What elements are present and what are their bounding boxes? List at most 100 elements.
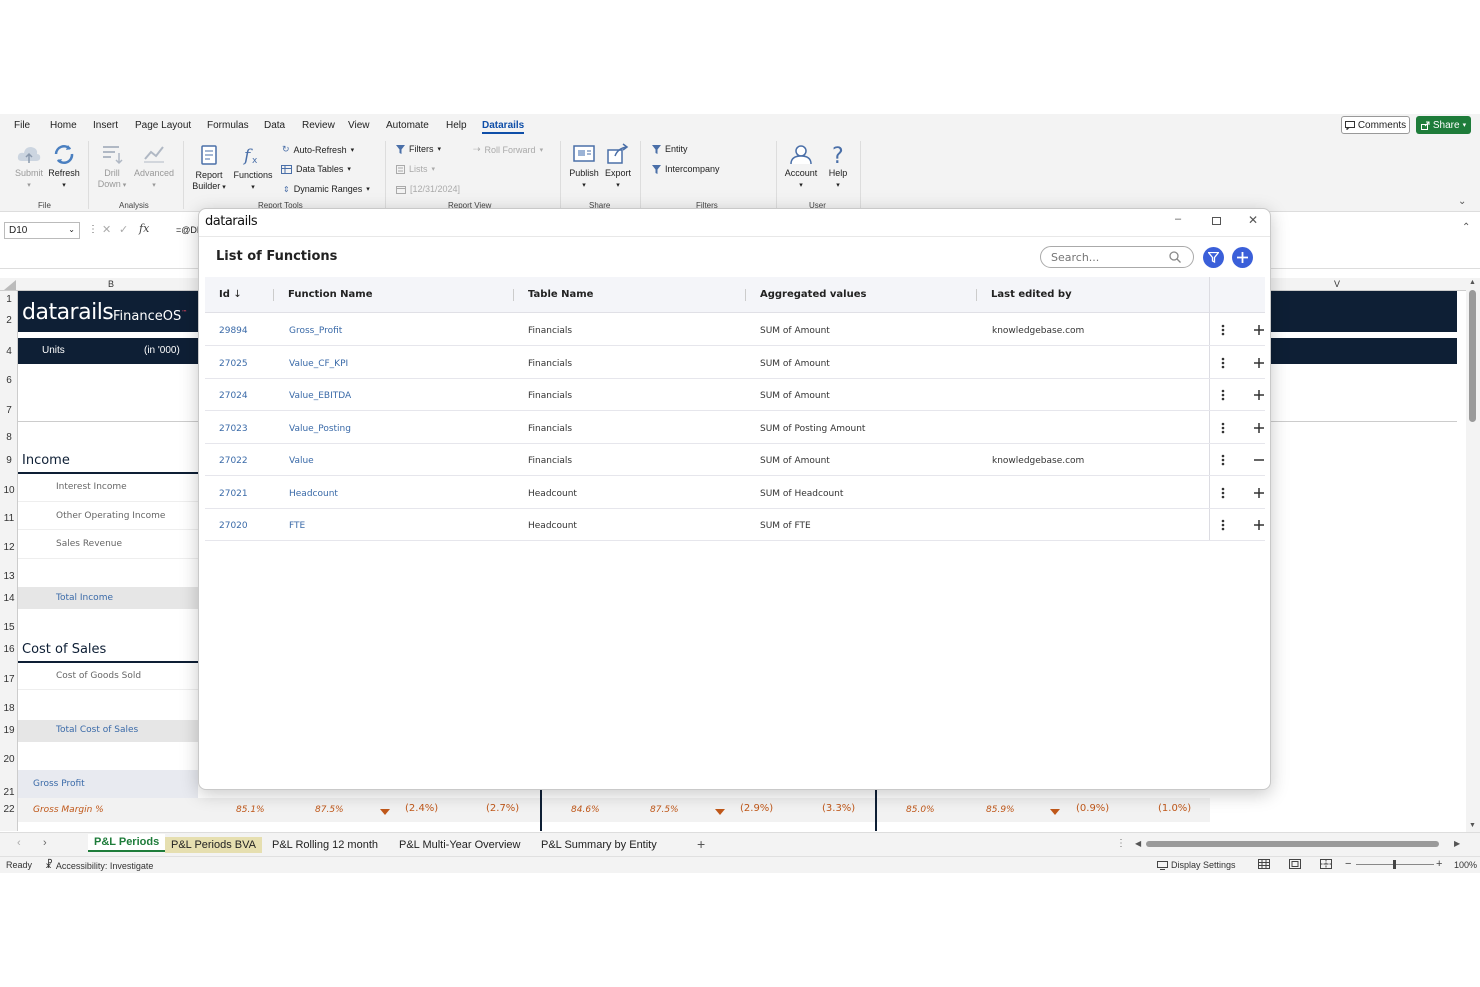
menu-automate[interactable]: Automate xyxy=(386,120,429,131)
insert-function-icon[interactable]: fx xyxy=(139,222,149,235)
header-table-name[interactable]: Table Name xyxy=(528,289,593,300)
expand-row-icon[interactable] xyxy=(1252,518,1266,532)
maximize-icon[interactable] xyxy=(1212,217,1221,225)
cell-id[interactable]: 27022 xyxy=(219,456,248,466)
row-number[interactable]: 16 xyxy=(0,644,18,655)
lists-dropdown[interactable]: Lists ▾ xyxy=(396,164,435,174)
row-menu-icon[interactable] xyxy=(1217,356,1229,370)
horizontal-scroll-thumb[interactable] xyxy=(1146,841,1439,847)
sheet-tab-pl-periods-bva[interactable]: P&L Periods BVA xyxy=(165,837,262,853)
display-settings-button[interactable]: Display Settings xyxy=(1157,860,1236,870)
intercompany-filter[interactable]: Intercompany xyxy=(652,164,720,174)
menu-formulas[interactable]: Formulas xyxy=(207,120,249,131)
menu-insert[interactable]: Insert xyxy=(93,120,118,131)
accessibility-status[interactable]: ☧ Accessibility: Investigate xyxy=(45,860,153,871)
help-button[interactable]: ? Help ▾ xyxy=(824,143,852,191)
dynamic-ranges-button[interactable]: ⇕ Dynamic Ranges ▾ xyxy=(283,184,370,194)
report-builder-button[interactable]: Report Builder ▾ xyxy=(189,143,229,193)
publish-button[interactable]: Publish ▾ xyxy=(566,143,602,191)
row-number[interactable]: 18 xyxy=(0,703,18,714)
row-menu-icon[interactable] xyxy=(1217,518,1229,532)
row-number[interactable]: 15 xyxy=(0,622,18,633)
menu-page-layout[interactable]: Page Layout xyxy=(135,120,191,131)
more-options-icon[interactable]: ⋮ xyxy=(88,224,98,235)
function-row[interactable]: 27023 Value_Posting Financials SUM of Posti… xyxy=(205,411,1265,444)
functions-button[interactable]: fx Functions ▾ xyxy=(231,143,275,193)
search-box[interactable] xyxy=(1040,246,1194,268)
close-icon[interactable]: ✕ xyxy=(1248,213,1258,227)
header-id[interactable]: Id ↓ xyxy=(219,289,242,300)
zoom-in-icon[interactable]: + xyxy=(1436,858,1442,870)
row-number[interactable]: 22 xyxy=(0,804,18,815)
comments-button[interactable]: Comments xyxy=(1341,116,1410,134)
search-input[interactable] xyxy=(1051,250,1166,264)
row-menu-icon[interactable] xyxy=(1217,323,1229,337)
scroll-up-icon[interactable]: ▲ xyxy=(1469,279,1476,286)
scroll-down-icon[interactable]: ▼ xyxy=(1469,822,1476,829)
row-number[interactable]: 20 xyxy=(0,754,18,765)
row-menu-icon[interactable] xyxy=(1217,421,1229,435)
zoom-out-icon[interactable]: − xyxy=(1345,858,1351,870)
sheet-tab-pl-multi-year[interactable]: P&L Multi-Year Overview xyxy=(393,837,526,853)
drill-down-button[interactable]: Drill Down ▾ xyxy=(93,143,131,191)
cell-id[interactable]: 27023 xyxy=(219,424,248,434)
row-number[interactable]: 8 xyxy=(0,432,18,443)
vertical-scroll-thumb[interactable] xyxy=(1469,290,1476,422)
row-menu-icon[interactable] xyxy=(1217,453,1229,467)
zoom-slider-thumb[interactable] xyxy=(1393,860,1396,869)
function-row[interactable]: 27020 FTE Headcount SUM of FTE xyxy=(205,508,1265,541)
select-all-icon[interactable] xyxy=(4,280,16,290)
add-function-button[interactable] xyxy=(1232,247,1253,268)
auto-refresh-button[interactable]: ↻ Auto-Refresh ▾ xyxy=(282,144,354,155)
function-row[interactable]: 29894 Gross_Profit Financials SUM of Amount… xyxy=(205,313,1265,346)
name-box[interactable]: D10 ⌄ xyxy=(4,222,80,239)
header-aggregated-values[interactable]: Aggregated values xyxy=(760,289,866,300)
cell-function-name[interactable]: FTE xyxy=(289,521,305,531)
sheet-tab-pl-periods[interactable]: P&L Periods xyxy=(88,834,166,852)
page-break-view-icon[interactable] xyxy=(1320,859,1332,872)
row-number[interactable]: 19 xyxy=(0,725,18,736)
row-number[interactable]: 21 xyxy=(0,787,18,798)
header-function-name[interactable]: Function Name xyxy=(288,289,373,300)
refresh-button[interactable]: Refresh ▾ xyxy=(47,143,81,191)
row-number[interactable]: 10 xyxy=(0,485,18,496)
export-button[interactable]: Export ▾ xyxy=(602,143,634,191)
cell-function-name[interactable]: Value_EBITDA xyxy=(289,391,351,401)
column-b-header[interactable]: B xyxy=(108,279,114,289)
confirm-entry-icon[interactable]: ✓ xyxy=(119,223,128,236)
row-number[interactable]: 2 xyxy=(0,315,18,326)
tab-scroll-left-icon[interactable]: ‹ xyxy=(17,837,21,849)
page-layout-view-icon[interactable] xyxy=(1289,859,1301,872)
menu-data[interactable]: Data xyxy=(264,120,285,131)
menu-view[interactable]: View xyxy=(348,120,370,131)
cell-function-name[interactable]: Headcount xyxy=(289,489,338,499)
account-button[interactable]: Account ▾ xyxy=(782,143,820,191)
menu-home[interactable]: Home xyxy=(50,120,77,131)
menu-file[interactable]: File xyxy=(14,120,30,131)
sheet-tab-pl-summary-entity[interactable]: P&L Summary by Entity xyxy=(535,837,663,853)
cancel-entry-icon[interactable]: ✕ xyxy=(102,223,111,236)
row-number[interactable]: 12 xyxy=(0,542,18,553)
row-number[interactable]: 13 xyxy=(0,571,18,582)
hscroll-right-icon[interactable]: ▶ xyxy=(1454,839,1460,848)
collapse-ribbon-icon[interactable]: ⌄ xyxy=(1458,196,1466,207)
cell-function-name[interactable]: Value_Posting xyxy=(289,424,351,434)
row-number[interactable]: 11 xyxy=(0,513,18,524)
function-row[interactable]: 27022 Value Financials SUM of Amount knowled… xyxy=(205,443,1265,476)
row-number[interactable]: 6 xyxy=(0,375,18,386)
cell-id[interactable]: 29894 xyxy=(219,326,248,336)
cell-id[interactable]: 27024 xyxy=(219,391,248,401)
minimize-icon[interactable]: – xyxy=(1175,213,1181,225)
row-number[interactable]: 17 xyxy=(0,674,18,685)
function-row[interactable]: 27021 Headcount Headcount SUM of Headcount xyxy=(205,476,1265,509)
row-number[interactable]: 1 xyxy=(0,294,18,305)
add-sheet-icon[interactable]: + xyxy=(697,836,705,852)
cell-id[interactable]: 27021 xyxy=(219,489,248,499)
entity-filter[interactable]: Entity xyxy=(652,144,688,154)
header-last-edited-by[interactable]: Last edited by xyxy=(991,289,1072,300)
function-row[interactable]: 27025 Value_CF_KPI Financials SUM of Amount xyxy=(205,346,1265,379)
menu-review[interactable]: Review xyxy=(302,120,335,131)
menu-help[interactable]: Help xyxy=(446,120,467,131)
hscroll-left-icon[interactable]: ◀ xyxy=(1135,839,1141,848)
submit-button[interactable]: Submit ▾ xyxy=(12,143,46,191)
